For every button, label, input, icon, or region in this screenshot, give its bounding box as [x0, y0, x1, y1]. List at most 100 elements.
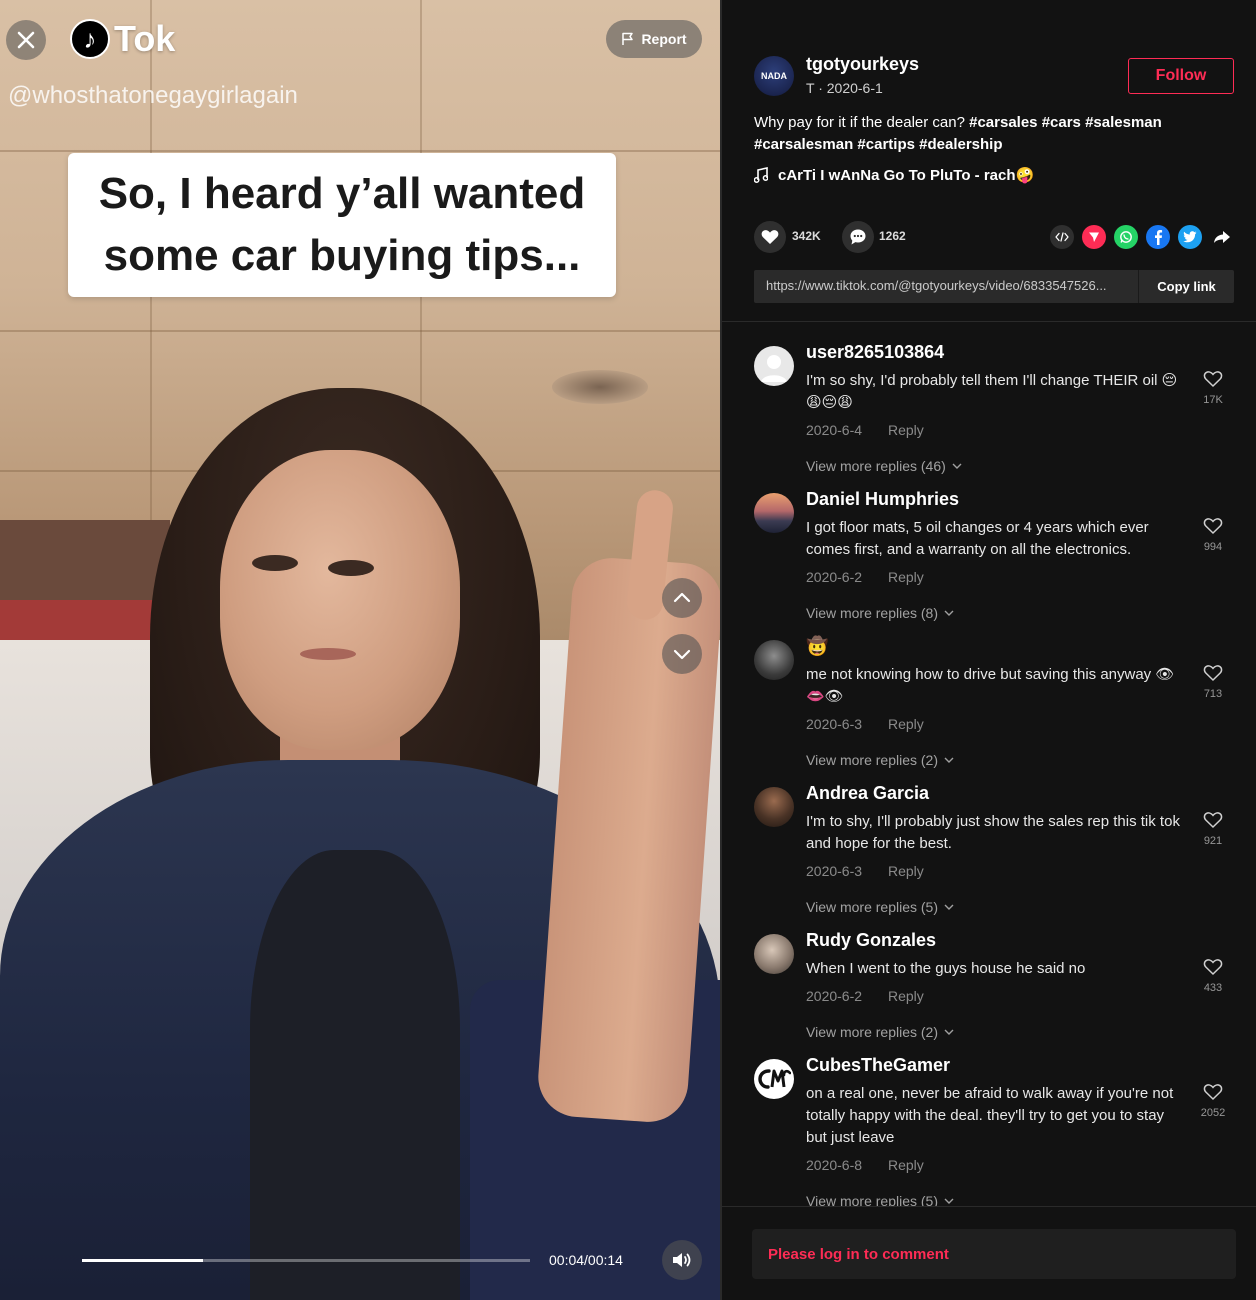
- comment-like-button[interactable]: 433: [1192, 958, 1234, 994]
- share-link-url[interactable]: https://www.tiktok.com/@tgotyourkeys/vid…: [766, 278, 1134, 293]
- comment-username[interactable]: Rudy Gonzales: [806, 930, 936, 951]
- share-whatsapp-button[interactable]: [1114, 225, 1138, 249]
- login-to-comment-button[interactable]: Please log in to comment: [752, 1229, 1236, 1279]
- comment-avatar[interactable]: [754, 934, 794, 974]
- view-more-replies-label: View more replies (5): [806, 1193, 939, 1206]
- comment-like-button[interactable]: 2052: [1192, 1083, 1234, 1119]
- description-text: Why pay for it if the dealer can?: [754, 114, 970, 131]
- reply-button[interactable]: Reply: [888, 863, 924, 879]
- comment-avatar[interactable]: [754, 640, 794, 680]
- view-more-replies-button[interactable]: View more replies (5): [806, 1193, 954, 1206]
- close-icon: [17, 31, 35, 49]
- view-more-replies-button[interactable]: View more replies (5): [806, 899, 954, 915]
- whatsapp-icon: [1120, 231, 1132, 243]
- volume-icon: [673, 1253, 691, 1267]
- person-mouth: [300, 648, 356, 660]
- comment-text: I'm to shy, I'll probably just show the …: [806, 813, 1180, 852]
- hashtag-link[interactable]: #carsalesman: [754, 136, 853, 153]
- heart-outline-icon: [1203, 959, 1223, 976]
- view-more-replies-label: View more replies (5): [806, 899, 939, 915]
- hashtag-link[interactable]: #cartips: [857, 136, 915, 153]
- next-video-button[interactable]: [662, 634, 702, 674]
- comment-like-button[interactable]: 713: [1192, 664, 1234, 700]
- comment-like-button[interactable]: 921: [1192, 811, 1234, 847]
- comment-date: 2020-6-2: [806, 988, 863, 1004]
- hashtag-link[interactable]: #salesman: [1085, 114, 1162, 131]
- hashtag-link[interactable]: #carsales: [969, 114, 1037, 131]
- comment-avatar[interactable]: [754, 493, 794, 533]
- share-arrow-icon: [1214, 231, 1230, 243]
- comment-like-count: 713: [1203, 688, 1223, 700]
- comment-like-button[interactable]: 17K: [1192, 370, 1234, 406]
- twitter-icon: [1183, 231, 1197, 243]
- video-player[interactable]: ♪ Tok @whosthatonegaygirlagain Report So…: [0, 0, 720, 1300]
- author-meta: T · 2020-6-1: [806, 80, 883, 96]
- comment-text: on a real one, never be afraid to walk a…: [806, 1085, 1174, 1146]
- comment-date: 2020-6-3: [806, 716, 863, 732]
- share-more-button[interactable]: [1210, 225, 1234, 249]
- comment-username[interactable]: Daniel Humphries: [806, 489, 959, 510]
- facebook-icon: [1155, 230, 1163, 245]
- music-title: cArTi I wAnNa Go To PluTo - rach🤪: [778, 167, 1035, 184]
- chevron-down-icon: [952, 463, 962, 469]
- comment-button[interactable]: [842, 221, 874, 253]
- embed-button[interactable]: [1050, 225, 1074, 249]
- close-button[interactable]: [6, 20, 46, 60]
- previous-video-button[interactable]: [662, 578, 702, 618]
- ceiling-line: [0, 150, 720, 152]
- author-username[interactable]: tgotyourkeys: [806, 54, 919, 75]
- comment-username[interactable]: user8265103864: [806, 342, 944, 363]
- comment-avatar[interactable]: [754, 787, 794, 827]
- video-description: Why pay for it if the dealer can? #carsa…: [754, 112, 1224, 156]
- volume-button[interactable]: [662, 1240, 702, 1280]
- comment-username[interactable]: 🤠: [806, 636, 828, 657]
- comment-like-button[interactable]: 994: [1192, 517, 1234, 553]
- like-button[interactable]: [754, 221, 786, 253]
- video-progress-bar[interactable]: [82, 1259, 530, 1262]
- comment-list[interactable]: user8265103864 I'm so shy, I'd probably …: [722, 322, 1256, 1206]
- music-link[interactable]: cArTi I wAnNa Go To PluTo - rach🤪: [754, 166, 1034, 184]
- comment-avatar[interactable]: [754, 1059, 794, 1099]
- comment-date: 2020-6-4: [806, 422, 863, 438]
- follow-button[interactable]: Follow: [1128, 58, 1234, 94]
- view-more-replies-button[interactable]: View more replies (2): [806, 752, 954, 768]
- comment-like-count: 17K: [1203, 394, 1223, 406]
- view-more-replies-button[interactable]: View more replies (2): [806, 1024, 954, 1040]
- view-more-replies-button[interactable]: View more replies (46): [806, 458, 962, 474]
- share-facebook-button[interactable]: [1146, 225, 1170, 249]
- background-window: [0, 520, 170, 610]
- view-more-replies-label: View more replies (2): [806, 752, 939, 768]
- music-note-icon: [754, 167, 768, 183]
- reply-button[interactable]: Reply: [888, 716, 924, 732]
- video-watermark: @whosthatonegaygirlagain: [8, 82, 298, 109]
- heart-outline-icon: [1203, 1084, 1223, 1101]
- chevron-up-icon: [673, 592, 691, 603]
- reply-button[interactable]: Reply: [888, 1157, 924, 1173]
- reply-button[interactable]: Reply: [888, 569, 924, 585]
- reply-button[interactable]: Reply: [888, 422, 924, 438]
- reply-button[interactable]: Reply: [888, 988, 924, 1004]
- share-twitter-button[interactable]: [1178, 225, 1202, 249]
- view-more-replies-button[interactable]: View more replies (8): [806, 605, 954, 621]
- heart-outline-icon: [1203, 371, 1223, 388]
- comment-avatar[interactable]: [754, 346, 794, 386]
- hashtag-link[interactable]: #cars: [1042, 114, 1081, 131]
- comment-text: I'm so shy, I'd probably tell them I'll …: [806, 372, 1178, 411]
- comment-username[interactable]: CubesTheGamer: [806, 1055, 950, 1076]
- comment-footer: Please log in to comment: [722, 1206, 1256, 1300]
- copy-link-button[interactable]: Copy link: [1138, 270, 1234, 303]
- comment-text: When I went to the guys house he said no: [806, 960, 1086, 977]
- comment-username[interactable]: Andrea Garcia: [806, 783, 929, 804]
- comment-count: 1262: [879, 229, 906, 243]
- comment-icon: [850, 229, 866, 245]
- chevron-down-icon: [944, 1029, 954, 1035]
- view-more-replies-label: View more replies (2): [806, 1024, 939, 1040]
- hashtag-link[interactable]: #dealership: [919, 136, 1002, 153]
- caption-line: So, I heard y’all wanted: [98, 169, 586, 218]
- share-friends-button[interactable]: [1082, 225, 1106, 249]
- comment-like-count: 921: [1203, 835, 1223, 847]
- like-count: 342K: [792, 229, 821, 243]
- author-avatar[interactable]: NADA: [754, 56, 794, 96]
- chevron-down-icon: [673, 649, 691, 660]
- report-button[interactable]: Report: [606, 20, 702, 58]
